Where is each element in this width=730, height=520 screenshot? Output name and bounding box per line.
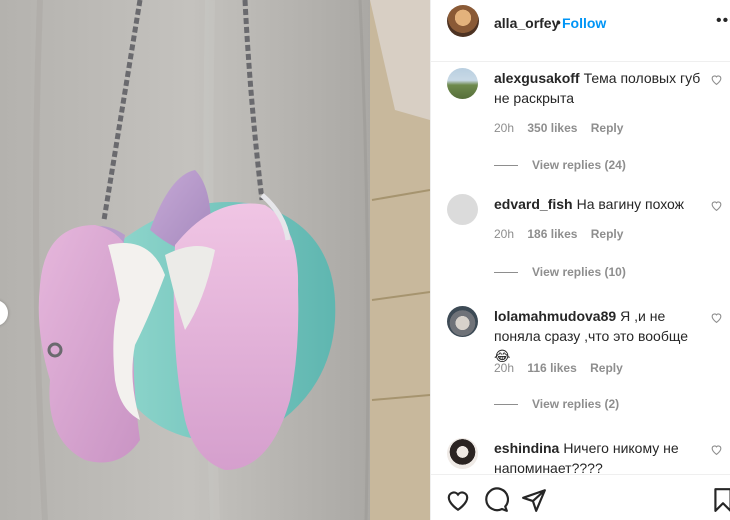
comment-username[interactable]: edvard_fish — [494, 196, 573, 212]
comment-text: На вагину похож — [576, 196, 685, 212]
replies-divider — [494, 404, 518, 406]
commenter-avatar[interactable] — [447, 194, 478, 225]
comment-meta: 20h 116 likes Reply — [494, 361, 633, 375]
flower-bag-image — [0, 0, 430, 520]
view-replies-button[interactable]: View replies (24) — [494, 158, 626, 172]
heart-icon[interactable] — [445, 487, 471, 513]
author-username[interactable]: alla_orfey — [494, 15, 559, 31]
view-replies-label: View replies (10) — [532, 265, 626, 279]
more-options-icon[interactable]: ••• — [716, 12, 730, 30]
author-avatar[interactable] — [447, 5, 479, 37]
comment-username[interactable]: lolamahmudova89 — [494, 308, 616, 324]
commenter-avatar[interactable] — [447, 68, 478, 99]
replies-divider — [494, 165, 518, 167]
comment-time: 20h — [494, 361, 515, 375]
header-separator: • — [556, 14, 561, 30]
comment-likes[interactable]: 116 likes — [527, 361, 576, 375]
post-actions-bar — [431, 474, 730, 520]
comment-body: alexgusakoff Тема половых губ не раскрыта — [494, 68, 704, 108]
comment-time: 20h — [494, 121, 515, 135]
comment-meta: 20h 186 likes Reply — [494, 227, 633, 241]
post-photo[interactable] — [0, 0, 430, 520]
comment-body: edvard_fish На вагину похож — [494, 194, 704, 214]
post-sidebar: alla_orfey • Follow ••• alexgusakoffТема… — [430, 0, 730, 520]
follow-button[interactable]: Follow — [562, 15, 606, 31]
comment-meta: 20h 350 likes Reply — [494, 121, 633, 135]
comment-body: eshindina Ничего никому не напоминает???? — [494, 438, 704, 474]
reply-button[interactable]: Reply — [591, 121, 624, 135]
comment-username[interactable]: alexgusakoff — [494, 70, 580, 86]
like-comment-icon[interactable] — [710, 73, 723, 86]
view-replies-label: View replies (24) — [532, 158, 626, 172]
post-header: alla_orfey • Follow ••• — [431, 0, 730, 62]
comment-time: 20h — [494, 227, 515, 241]
like-comment-icon[interactable] — [710, 199, 723, 212]
commenter-avatar[interactable] — [447, 438, 478, 469]
comment-body: lolamahmudova89 Я ,и не поняла сразу ,что… — [494, 306, 704, 366]
comment-likes[interactable]: 186 likes — [527, 227, 577, 241]
like-comment-icon[interactable] — [710, 443, 723, 456]
comment-icon[interactable] — [483, 487, 509, 513]
comments-list[interactable]: alexgusakoff Тема половых губ не раскрыта… — [431, 62, 730, 474]
view-replies-label: View replies (2) — [532, 397, 620, 411]
bookmark-icon[interactable] — [710, 487, 730, 513]
like-comment-icon[interactable] — [710, 311, 723, 324]
commenter-avatar[interactable] — [447, 306, 478, 337]
replies-divider — [494, 272, 518, 274]
comment-likes[interactable]: 350 likes — [527, 121, 577, 135]
view-replies-button[interactable]: View replies (10) — [494, 265, 626, 279]
share-icon[interactable] — [521, 487, 547, 513]
reply-button[interactable]: Reply — [590, 361, 623, 375]
view-replies-button[interactable]: View replies (2) — [494, 397, 619, 411]
reply-button[interactable]: Reply — [591, 227, 624, 241]
comment-username[interactable]: eshindina — [494, 440, 559, 456]
